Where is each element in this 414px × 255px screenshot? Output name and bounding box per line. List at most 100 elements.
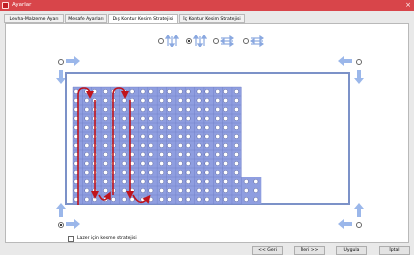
- part-hole: [234, 179, 239, 184]
- part-hole: [204, 143, 210, 148]
- part-hole: [185, 98, 191, 103]
- part-hole: [140, 170, 146, 175]
- part-hole: [196, 98, 202, 103]
- part-hole: [215, 116, 221, 121]
- part-hole: [84, 179, 90, 184]
- cancel-button[interactable]: İptal: [379, 246, 410, 255]
- part-hole: [215, 143, 221, 148]
- part-hole: [148, 188, 154, 193]
- part-hole: [159, 134, 165, 139]
- part-hole: [148, 152, 154, 157]
- part-hole: [167, 170, 172, 175]
- part-hole: [177, 134, 183, 139]
- part-hole: [140, 125, 146, 130]
- part-hole: [167, 197, 172, 202]
- part-hole: [121, 125, 127, 130]
- part-hole: [215, 179, 221, 184]
- part-hole: [140, 188, 146, 193]
- part-hole: [167, 134, 172, 139]
- part-hole: [103, 188, 109, 193]
- part-hole: [129, 197, 135, 202]
- part-hole: [196, 179, 202, 184]
- part-hole: [159, 98, 165, 103]
- part-hole: [121, 134, 127, 139]
- part-hole: [215, 125, 221, 130]
- part-hole: [204, 125, 210, 130]
- part-hole: [159, 89, 165, 94]
- part-hole: [177, 161, 183, 166]
- part-hole: [148, 125, 154, 130]
- part-hole: [167, 116, 172, 121]
- part-hole: [204, 170, 210, 175]
- part-hole: [159, 143, 165, 148]
- part-hole: [159, 197, 165, 202]
- part-hole: [215, 170, 221, 175]
- part-hole: [140, 143, 146, 148]
- part-hole: [177, 188, 183, 193]
- part-hole: [204, 188, 210, 193]
- part-hole: [204, 152, 210, 157]
- part-hole: [215, 134, 221, 139]
- part-hole: [185, 179, 191, 184]
- next-button[interactable]: İleri >>: [294, 246, 325, 255]
- part-hole: [148, 89, 154, 94]
- part-hole: [204, 134, 210, 139]
- part-hole: [196, 197, 202, 202]
- part-hole: [196, 116, 202, 121]
- part-hole: [103, 152, 109, 157]
- part-hole: [204, 98, 210, 103]
- part-hole: [84, 143, 90, 148]
- part-hole: [92, 197, 98, 202]
- part-hole: [140, 161, 146, 166]
- part-hole: [148, 116, 154, 121]
- part-hole: [234, 107, 239, 112]
- part-hole: [185, 134, 191, 139]
- part-hole: [196, 134, 202, 139]
- back-button[interactable]: << Geri: [252, 246, 283, 255]
- part-hole: [196, 125, 202, 130]
- part-hole: [253, 188, 259, 193]
- part-hole: [159, 107, 165, 112]
- part-hole: [121, 152, 127, 157]
- part-hole: [185, 89, 191, 94]
- part-hole: [253, 197, 259, 202]
- part-hole: [177, 89, 183, 94]
- part-hole: [215, 98, 221, 103]
- part-hole: [121, 98, 127, 103]
- part-hole: [215, 152, 221, 157]
- part-hole: [159, 161, 165, 166]
- part-hole: [140, 98, 146, 103]
- part-hole: [121, 170, 127, 175]
- part-hole: [223, 134, 229, 139]
- cutting-preview: [72, 86, 262, 205]
- part-hole: [215, 197, 221, 202]
- part-hole: [223, 116, 229, 121]
- part-hole: [103, 134, 109, 139]
- part-hole: [167, 152, 172, 157]
- part-hole: [243, 179, 249, 184]
- part-hole: [243, 188, 249, 193]
- part-hole: [159, 170, 165, 175]
- laser-strategy-checkbox[interactable]: [68, 236, 74, 242]
- part-hole: [234, 188, 239, 193]
- part-hole: [167, 98, 172, 103]
- part-hole: [223, 143, 229, 148]
- part-hole: [121, 116, 127, 121]
- part-hole: [223, 161, 229, 166]
- part-hole: [185, 116, 191, 121]
- part-hole: [204, 89, 210, 94]
- part-hole: [148, 143, 154, 148]
- part-hole: [215, 188, 221, 193]
- part-hole: [103, 161, 109, 166]
- part-hole: [121, 179, 127, 184]
- part-hole: [223, 188, 229, 193]
- part-hole: [234, 89, 239, 94]
- apply-button[interactable]: Uygula: [336, 246, 367, 255]
- part-hole: [167, 188, 172, 193]
- part-hole: [223, 125, 229, 130]
- part-hole: [159, 179, 165, 184]
- part-hole: [148, 98, 154, 103]
- part-hole: [185, 107, 191, 112]
- part-hole: [223, 107, 229, 112]
- part-hole: [84, 197, 90, 202]
